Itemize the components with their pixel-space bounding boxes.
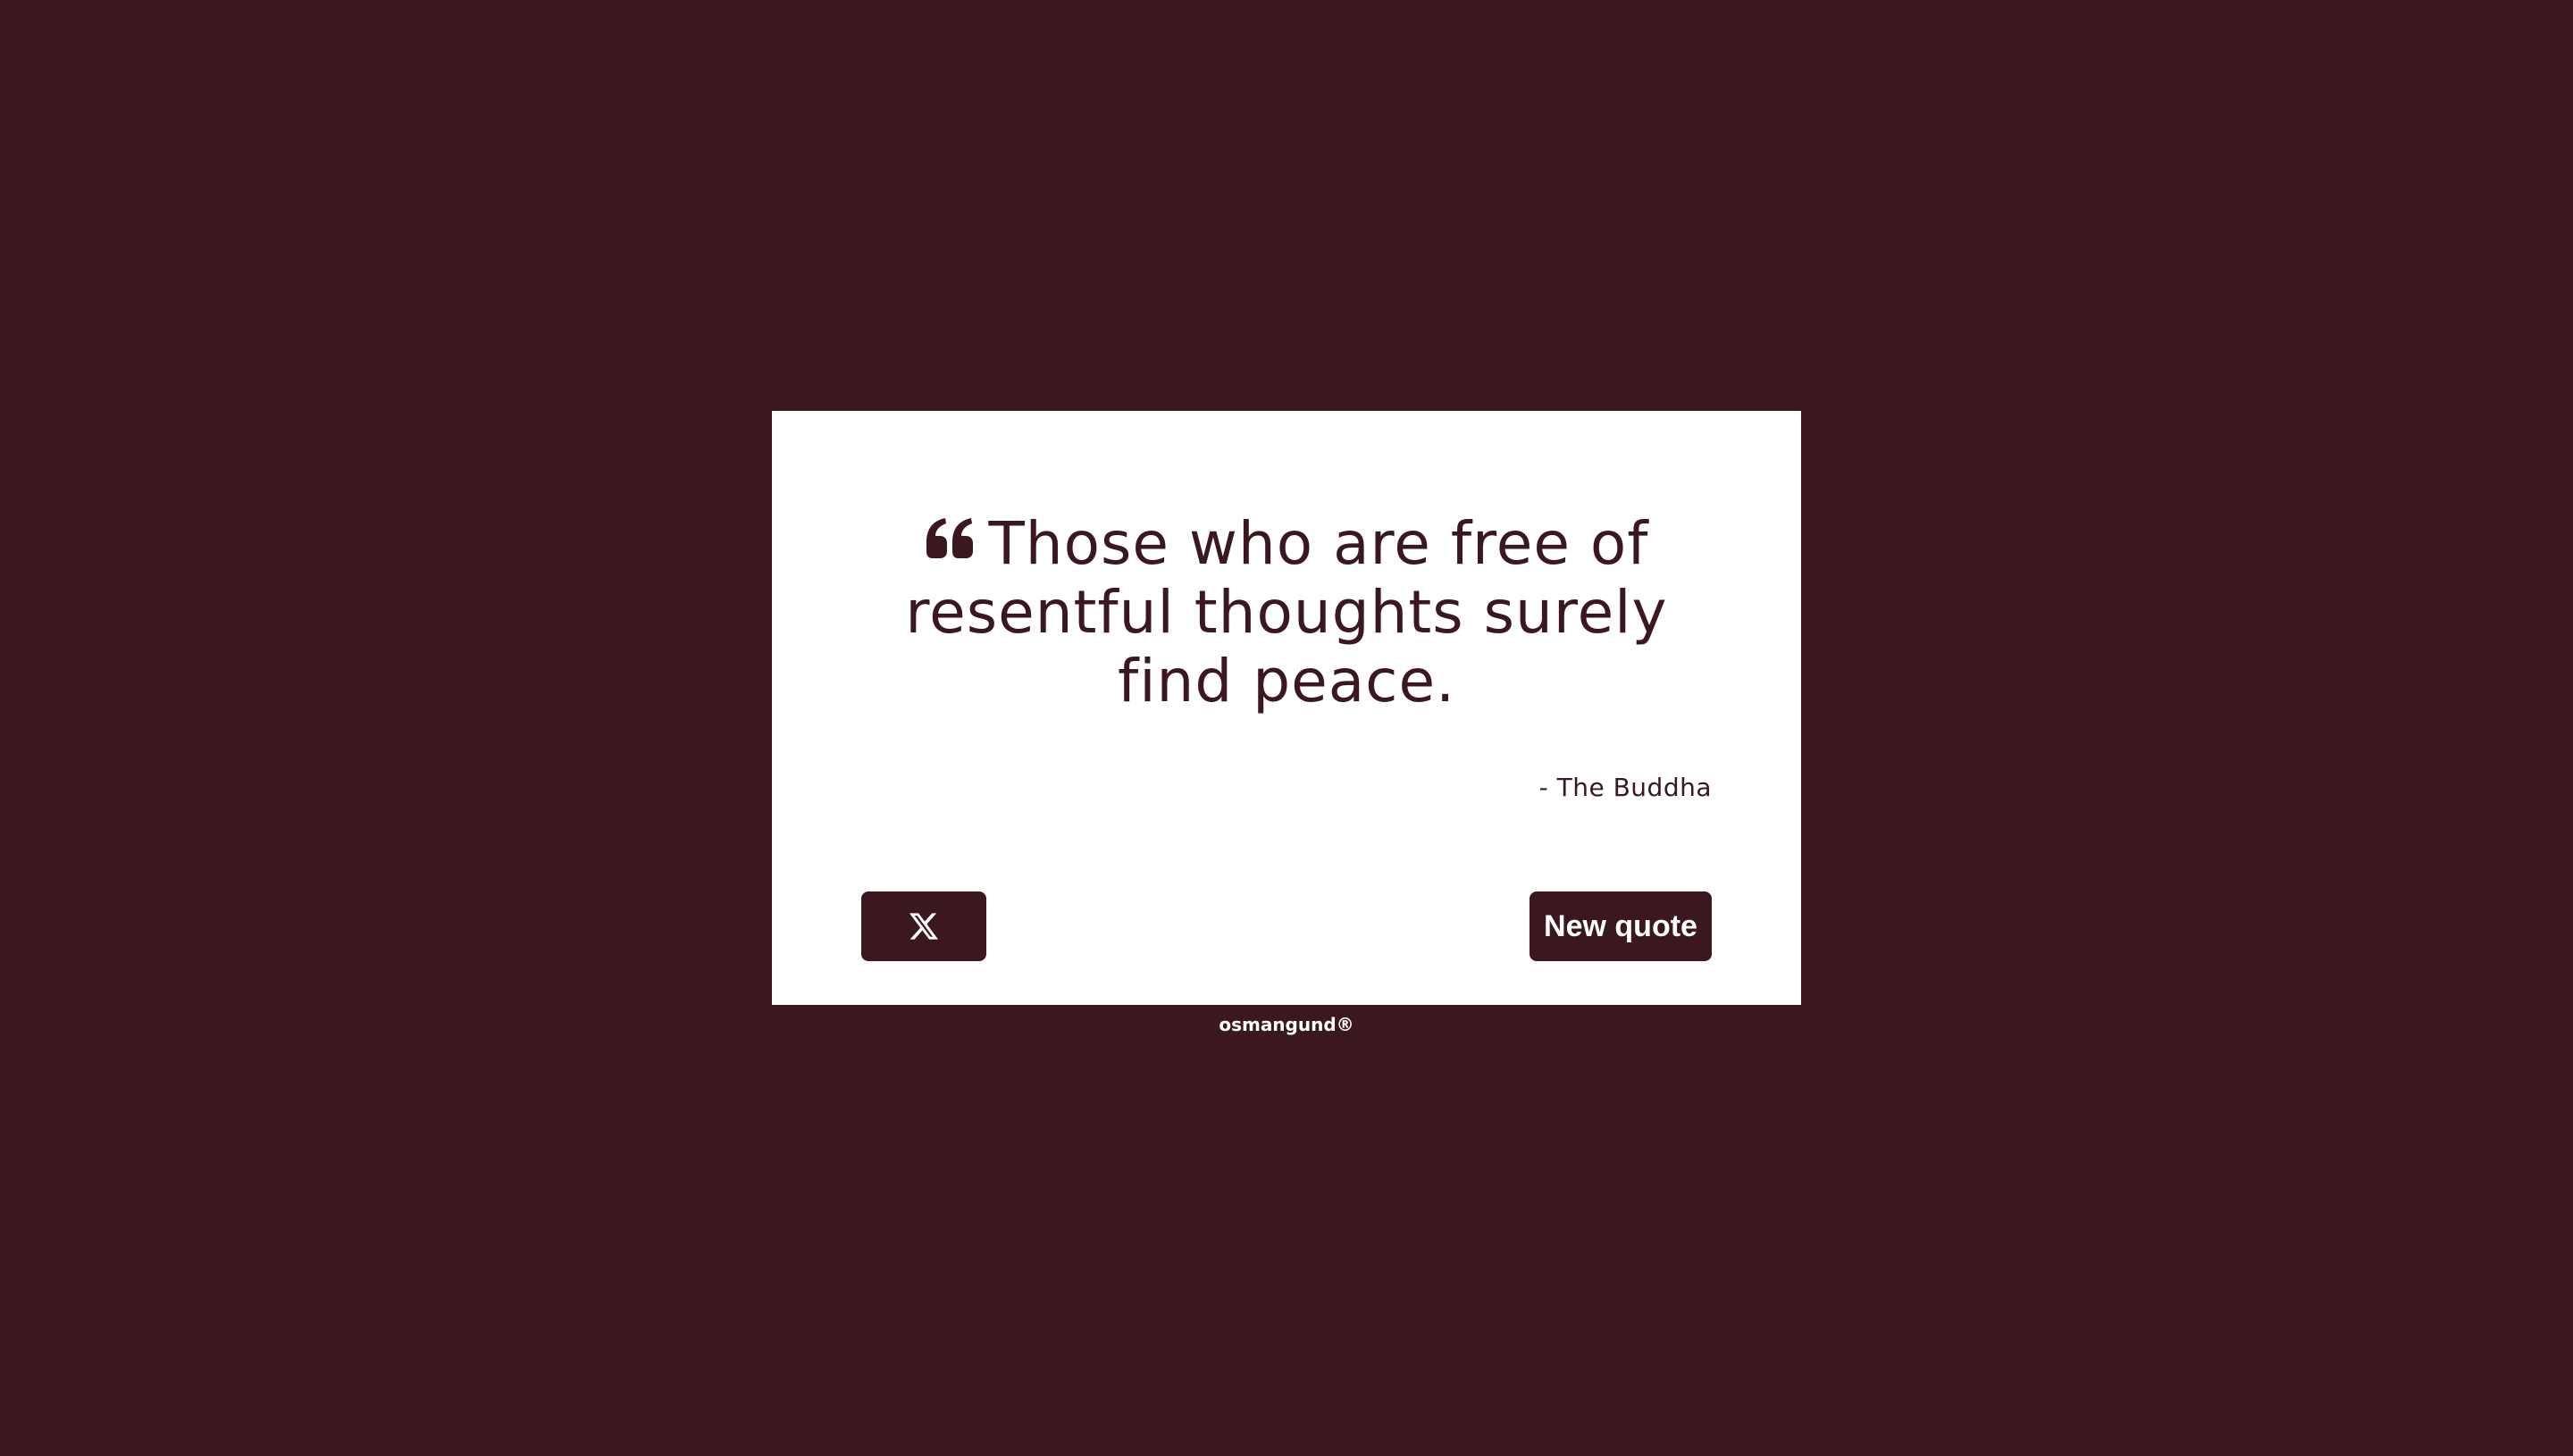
quote-text: Those who are free of resentful thoughts… <box>905 509 1668 715</box>
quote-author: - The Buddha <box>1538 773 1712 802</box>
x-logo-icon <box>909 913 938 940</box>
new-quote-button[interactable]: New quote <box>1530 891 1712 961</box>
tweet-quote-button[interactable] <box>861 891 986 961</box>
quote-text-block: Those who are free of resentful thoughts… <box>861 509 1712 715</box>
footer-credit: osmangund® <box>1219 1014 1354 1035</box>
quote-left-icon <box>924 517 976 560</box>
quote-card: Those who are free of resentful thoughts… <box>772 411 1801 1005</box>
